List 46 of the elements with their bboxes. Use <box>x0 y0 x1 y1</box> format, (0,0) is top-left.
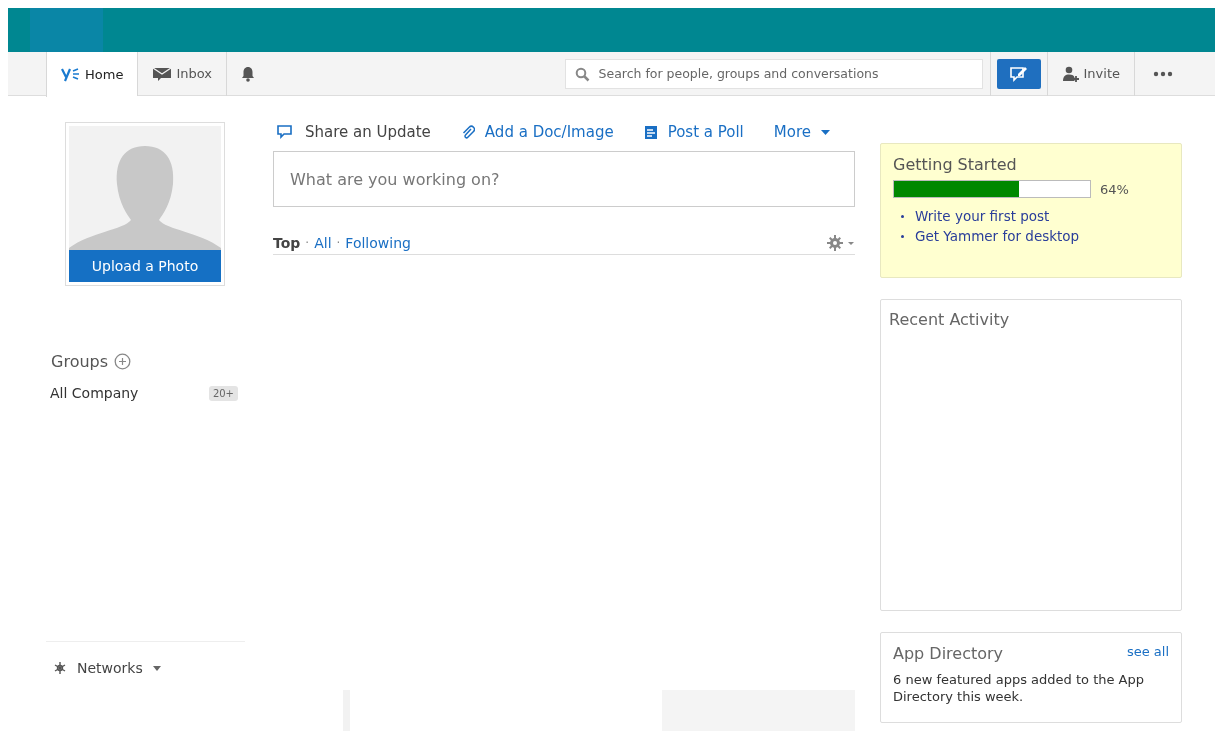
card-title: Recent Activity <box>889 310 1011 329</box>
publisher-tab[interactable]: More <box>773 121 830 143</box>
invite-button[interactable]: Invite <box>1046 51 1135 96</box>
nav-tab[interactable]: Inbox <box>137 51 226 96</box>
app-directory-text: 6 new featured apps added to the App Directory this week. <box>893 671 1145 705</box>
caret-icon <box>820 129 830 135</box>
separator: · <box>305 236 310 250</box>
caret-icon <box>152 665 161 671</box>
upload-photo-button[interactable]: Upload a Photo <box>69 250 221 282</box>
search-field[interactable]: Search for people, groups and conversations <box>564 58 983 89</box>
separator: · <box>336 236 341 250</box>
task-link[interactable]: Get Yammer for desktop <box>915 228 1080 244</box>
task-link[interactable]: Write your first post <box>915 208 1050 224</box>
add-group-icon[interactable] <box>114 353 132 370</box>
publisher-tab[interactable]: Add a Doc/Image <box>460 121 614 143</box>
snowflake-icon <box>53 661 67 675</box>
bullet-icon <box>901 234 904 238</box>
progress-reading: 64% <box>1100 181 1129 197</box>
bullet-icon <box>901 214 904 218</box>
card-title: App Directory <box>893 644 1004 663</box>
publisher-tab[interactable]: Share an Update <box>277 121 431 143</box>
paperclip-icon <box>460 124 475 140</box>
feed-filter[interactable]: Top <box>273 235 301 251</box>
nav-tab[interactable]: Home <box>46 51 138 97</box>
publisher-tab[interactable]: Post a Poll <box>643 121 744 143</box>
compose-icon <box>1009 65 1028 82</box>
speech-bubble-icon <box>277 125 292 139</box>
groups-heading: Groups <box>51 352 109 371</box>
feed-filter[interactable]: All <box>314 235 332 251</box>
envelope-icon <box>152 65 173 82</box>
compose-button[interactable] <box>996 58 1041 89</box>
group-link[interactable]: All Company <box>50 385 139 401</box>
bell-icon <box>240 65 255 82</box>
post-field[interactable]: What are you working on? <box>273 151 855 207</box>
networks-menu[interactable]: Networks <box>53 660 161 676</box>
card-title: Getting Started <box>893 155 1018 174</box>
poll-icon <box>643 124 658 140</box>
unread-count: 20+ <box>208 385 238 401</box>
feed-filter[interactable]: Following <box>345 235 411 251</box>
logo-icon <box>61 66 81 82</box>
add-person-icon <box>1061 65 1080 82</box>
ellipsis-icon <box>1153 70 1173 77</box>
app-tile[interactable] <box>30 8 103 52</box>
see-all-link[interactable]: see all <box>1126 644 1169 659</box>
search-icon <box>574 66 590 82</box>
settings-icon[interactable] <box>827 235 855 251</box>
